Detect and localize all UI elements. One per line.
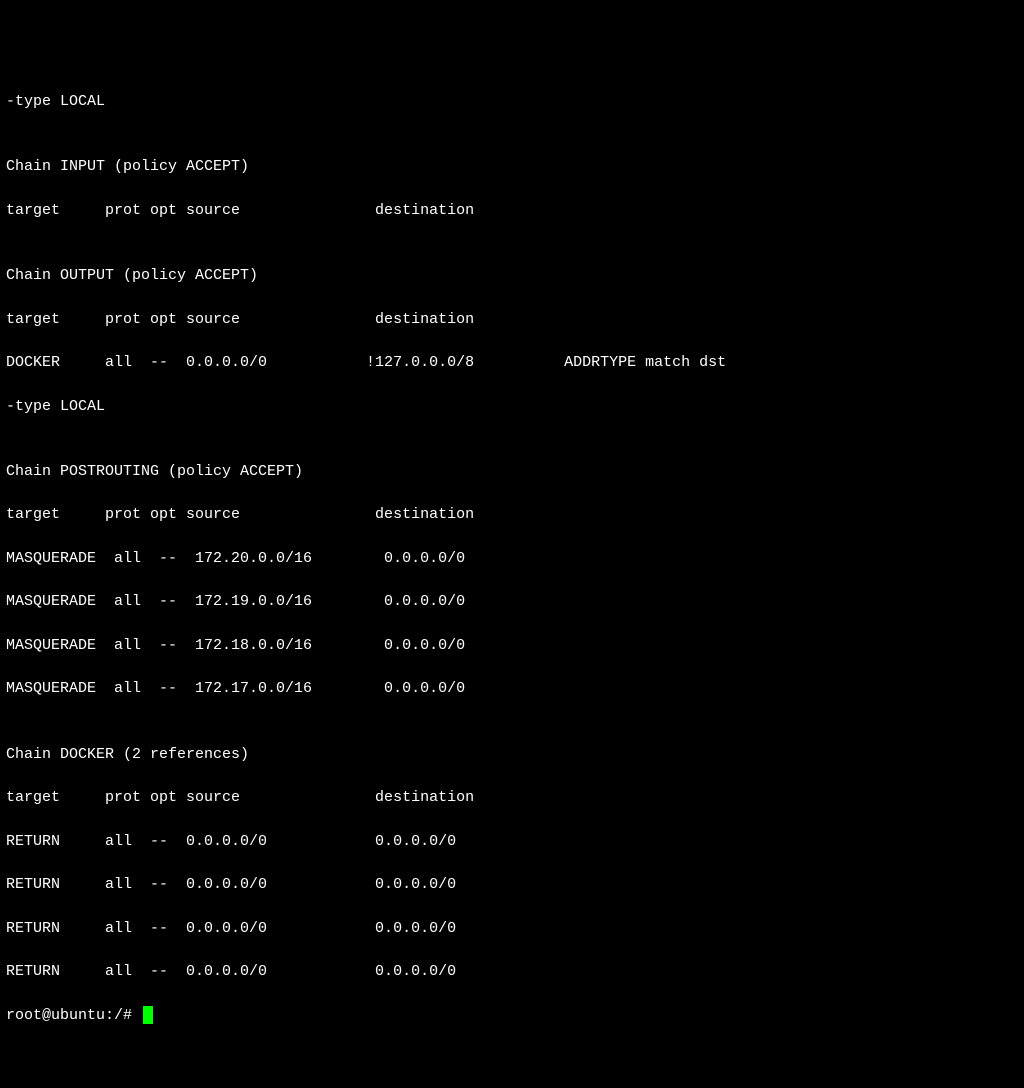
rule-row: MASQUERADE all -- 172.17.0.0/16 0.0.0.0/… <box>6 678 1018 700</box>
rule-row: RETURN all -- 0.0.0.0/0 0.0.0.0/0 <box>6 961 1018 983</box>
chain-output-header: Chain OUTPUT (policy ACCEPT) <box>6 265 1018 287</box>
rule-row-continuation: -type LOCAL <box>6 396 1018 418</box>
chain-postrouting-header: Chain POSTROUTING (policy ACCEPT) <box>6 461 1018 483</box>
terminal-output-line: -type LOCAL <box>6 91 1018 113</box>
rule-row: MASQUERADE all -- 172.18.0.0/16 0.0.0.0/… <box>6 635 1018 657</box>
chain-input-header: Chain INPUT (policy ACCEPT) <box>6 156 1018 178</box>
rule-row: MASQUERADE all -- 172.19.0.0/16 0.0.0.0/… <box>6 591 1018 613</box>
table-header: target prot opt source destination <box>6 504 1018 526</box>
rule-row: RETURN all -- 0.0.0.0/0 0.0.0.0/0 <box>6 918 1018 940</box>
shell-prompt: root@ubuntu:/# <box>6 1005 141 1027</box>
cursor-icon <box>143 1006 153 1024</box>
table-header: target prot opt source destination <box>6 200 1018 222</box>
rule-row: RETURN all -- 0.0.0.0/0 0.0.0.0/0 <box>6 874 1018 896</box>
chain-docker-header: Chain DOCKER (2 references) <box>6 744 1018 766</box>
shell-prompt-line[interactable]: root@ubuntu:/# <box>6 1005 1018 1027</box>
rule-row: MASQUERADE all -- 172.20.0.0/16 0.0.0.0/… <box>6 548 1018 570</box>
rule-row: DOCKER all -- 0.0.0.0/0 !127.0.0.0/8 ADD… <box>6 352 1018 374</box>
rule-row: RETURN all -- 0.0.0.0/0 0.0.0.0/0 <box>6 831 1018 853</box>
table-header: target prot opt source destination <box>6 787 1018 809</box>
table-header: target prot opt source destination <box>6 309 1018 331</box>
